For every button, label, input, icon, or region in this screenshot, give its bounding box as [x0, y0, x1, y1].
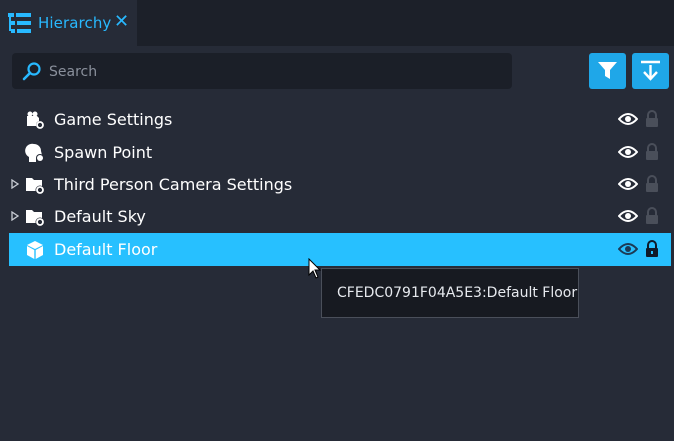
tooltip: CFEDC0791F04A5E3:Default Floor	[321, 268, 579, 318]
eye-icon[interactable]	[618, 145, 638, 159]
row-label: Third Person Camera Settings	[54, 175, 293, 194]
lock-icon[interactable]	[645, 240, 659, 258]
chevron-right-icon[interactable]	[11, 211, 19, 221]
hierarchy-row-default-sky[interactable]: Default Sky	[9, 200, 671, 233]
row-label: Spawn Point	[54, 143, 153, 162]
eye-icon[interactable]	[618, 209, 638, 223]
hierarchy-row-game-settings[interactable]: Game Settings	[9, 103, 671, 136]
chevron-right-icon[interactable]	[11, 179, 19, 189]
tab-bar: Hierarchy ✕	[0, 0, 674, 46]
hierarchy-row-third-person-camera-settings[interactable]: Third Person Camera Settings	[9, 168, 671, 201]
row-label: Default Floor	[54, 240, 158, 259]
row-label: Default Sky	[54, 207, 146, 226]
gear-camera-icon	[27, 111, 44, 129]
mouse-cursor-icon	[308, 258, 322, 279]
search-input[interactable]	[47, 53, 506, 91]
arrow-down-to-line-icon	[641, 60, 660, 81]
search-icon	[22, 62, 41, 81]
hierarchy-list-icon	[8, 13, 31, 33]
close-icon[interactable]: ✕	[114, 13, 130, 31]
hierarchy-row-spawn-point[interactable]: Spawn Point	[9, 136, 671, 169]
tab-hierarchy[interactable]: Hierarchy ✕	[0, 0, 137, 46]
lock-icon[interactable]	[645, 175, 659, 193]
spawn-head-icon	[25, 143, 44, 162]
tab-title: Hierarchy	[38, 14, 112, 32]
filter-icon	[598, 62, 617, 79]
row-label: Game Settings	[54, 110, 173, 129]
search-box	[12, 53, 512, 91]
eye-icon[interactable]	[618, 242, 638, 256]
eye-icon[interactable]	[618, 112, 638, 126]
tooltip-text: CFEDC0791F04A5E3:Default Floor	[337, 285, 578, 301]
lock-icon[interactable]	[645, 143, 659, 161]
hierarchy-row-default-floor[interactable]: Default Floor	[9, 233, 671, 266]
folder-gear-icon	[26, 210, 45, 227]
folder-gear-icon	[26, 178, 45, 195]
filter-button[interactable]	[589, 53, 626, 89]
lock-icon[interactable]	[645, 110, 659, 128]
collapse-button[interactable]	[632, 53, 669, 89]
lock-icon[interactable]	[645, 207, 659, 225]
cube-icon	[27, 241, 43, 259]
eye-icon[interactable]	[618, 177, 638, 191]
